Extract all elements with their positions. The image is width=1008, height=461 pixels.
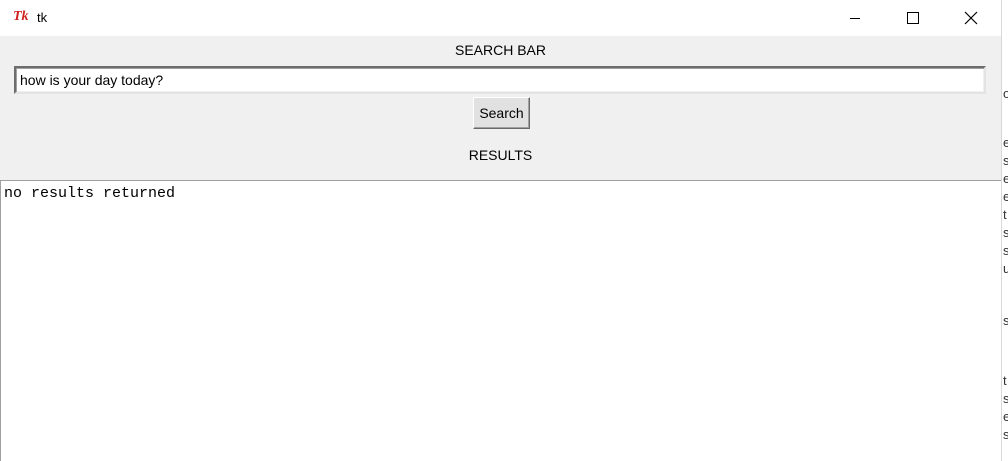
minimize-button[interactable] — [826, 0, 884, 36]
search-input[interactable] — [14, 66, 986, 94]
results-text: no results returned — [4, 185, 176, 202]
maximize-icon — [907, 12, 919, 24]
background-text-fragment: u — [1003, 260, 1008, 278]
background-text-fragment: s — [1003, 242, 1008, 260]
tk-window: Tk tk SEARCH BAR Search RESULTS no resul… — [0, 0, 1001, 461]
close-button[interactable] — [942, 0, 1000, 36]
background-text-fragment: s — [1003, 390, 1008, 408]
background-text-fragment: s — [1003, 312, 1008, 330]
background-text-fragment: s — [1003, 426, 1008, 444]
window-title: tk — [37, 10, 48, 25]
background-text-fragment: t — [1003, 207, 1007, 222]
maximize-button[interactable] — [884, 0, 942, 36]
background-text-fragment: e — [1003, 134, 1008, 152]
tk-logo-icon: Tk — [13, 9, 29, 24]
background-text-fragment: e — [1003, 188, 1008, 206]
search-bar-heading: SEARCH BAR — [454, 42, 547, 58]
background-text-fragment: e — [1003, 408, 1008, 426]
search-button[interactable]: Search — [473, 97, 530, 129]
background-text-fragment: e — [1003, 170, 1008, 188]
background-text-fragment: s — [1003, 224, 1008, 242]
background-text-fragment: o — [1003, 85, 1008, 103]
background-text-fragment: s — [1003, 152, 1008, 170]
minimize-icon — [850, 18, 860, 19]
background-text-fragment: t — [1003, 373, 1007, 388]
background-window-edge: o e s e e t s s u s t s e s — [1001, 0, 1008, 461]
title-bar[interactable]: Tk tk — [0, 0, 1001, 36]
results-text-area[interactable]: no results returned — [0, 180, 1001, 461]
close-icon — [964, 11, 978, 25]
results-heading: RESULTS — [468, 147, 533, 163]
